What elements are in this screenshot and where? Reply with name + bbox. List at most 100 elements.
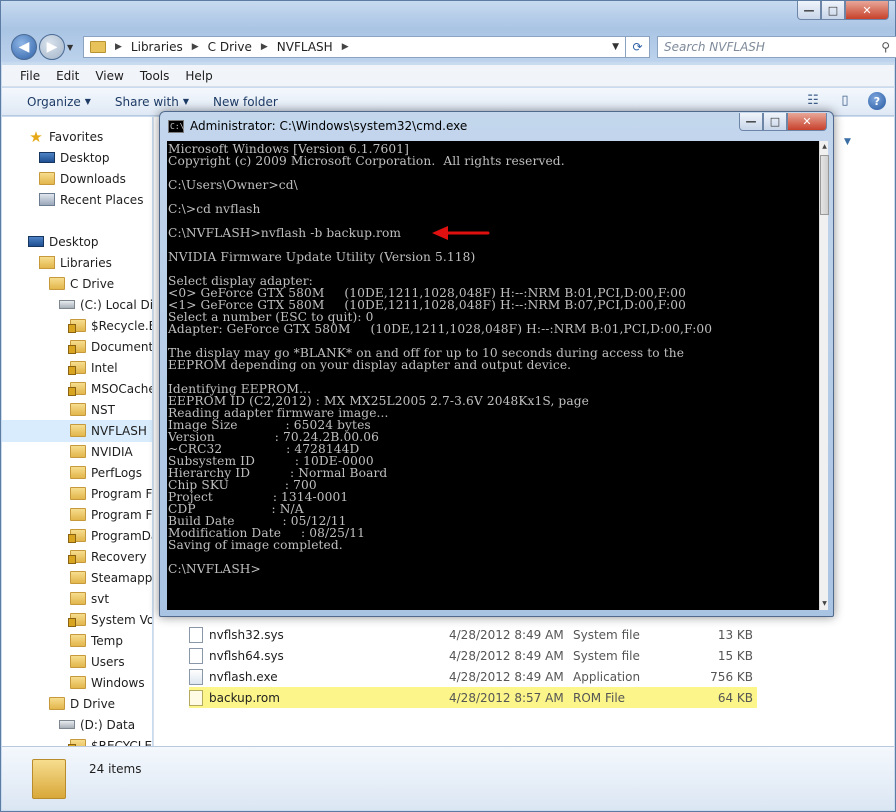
folder-icon xyxy=(70,403,86,416)
locked-folder-icon xyxy=(68,361,86,375)
cmd-close-button[interactable]: ✕ xyxy=(787,113,827,131)
tree-item-nst[interactable]: NST xyxy=(70,399,115,420)
chevron-right-icon[interactable]: ▶ xyxy=(339,42,352,52)
tree-item-label: Favorites xyxy=(49,129,104,144)
chevron-right-icon[interactable]: ▶ xyxy=(189,42,202,52)
search-placeholder: Search NVFLASH xyxy=(664,40,765,54)
folder-icon xyxy=(70,424,86,437)
file-type: ROM File xyxy=(573,690,626,705)
tree-item-label: Program Fi xyxy=(91,486,152,501)
tree-item-recent-places[interactable]: Recent Places xyxy=(39,189,143,210)
file-name: nvflash.exe xyxy=(209,669,278,684)
preview-pane-icon[interactable]: ▯ xyxy=(836,93,854,109)
tree-item-system-volume[interactable]: System Vol xyxy=(68,609,152,630)
view-options-icon[interactable]: ☷ ▾ xyxy=(804,93,822,123)
locked-folder-icon xyxy=(68,550,86,564)
back-button[interactable]: ◀ xyxy=(11,34,37,60)
file-type: System file xyxy=(573,648,640,663)
file-row[interactable]: nvflsh64.sys 4/28/2012 8:49 AM System fi… xyxy=(189,645,757,666)
search-input[interactable]: Search NVFLASH ⚲ xyxy=(657,36,896,58)
file-size: 64 KB xyxy=(717,690,753,705)
tree-item-c-drive[interactable]: C Drive xyxy=(49,273,114,294)
chevron-down-icon[interactable]: ▼ xyxy=(844,137,851,147)
file-row-highlighted[interactable]: backup.rom 4/28/2012 8:57 AM ROM File 64… xyxy=(189,687,757,708)
minimize-button[interactable]: — xyxy=(797,1,821,20)
tree-item-program-files-x86[interactable]: Program Fi xyxy=(70,504,152,525)
scroll-up-icon[interactable]: ▲ xyxy=(820,141,829,153)
tree-item-desktop-root[interactable]: Desktop xyxy=(28,231,99,252)
chevron-down-icon: ▼ xyxy=(84,97,91,106)
file-row[interactable]: nvflash.exe 4/28/2012 8:49 AM Applicatio… xyxy=(189,666,757,687)
tree-item-recycle-bin[interactable]: $Recycle.Bi xyxy=(68,315,152,336)
chevron-right-icon[interactable]: ▶ xyxy=(258,42,271,52)
menu-file[interactable]: File xyxy=(12,69,48,83)
tree-item-intel[interactable]: Intel xyxy=(68,357,118,378)
tree-item-msocache[interactable]: MSOCache xyxy=(68,378,152,399)
tree-item-label: NVIDIA xyxy=(91,444,133,459)
locked-folder-icon xyxy=(68,319,86,333)
tree-item-programdata[interactable]: ProgramDa xyxy=(68,525,152,546)
breadcrumb-libraries[interactable]: Libraries xyxy=(125,40,189,54)
folder-icon xyxy=(70,676,86,689)
address-dropdown-icon[interactable]: ▼ xyxy=(612,42,619,52)
view-controls: ☷ ▾ ▯ ? xyxy=(804,92,886,123)
cmd-maximize-button[interactable]: □ xyxy=(763,113,787,131)
cmd-window-controls: — □ ✕ xyxy=(739,113,827,131)
share-with-button[interactable]: Share with ▼ xyxy=(115,95,189,109)
chevron-right-icon[interactable]: ▶ xyxy=(112,42,125,52)
cmd-scrollbar[interactable]: ▲ ▼ xyxy=(819,141,829,610)
tree-item-documents[interactable]: Document xyxy=(68,336,152,357)
tree-item-d-drive[interactable]: D Drive xyxy=(49,693,115,714)
menu-tools[interactable]: Tools xyxy=(132,69,178,83)
search-icon[interactable]: ⚲ xyxy=(881,40,890,54)
tree-item-libraries[interactable]: Libraries xyxy=(39,252,112,273)
folder-icon xyxy=(49,697,65,710)
help-icon[interactable]: ? xyxy=(868,92,886,110)
folder-icon xyxy=(32,759,66,799)
console-output-area[interactable]: Microsoft Windows [Version 6.1.7601] Cop… xyxy=(167,141,819,610)
address-bar[interactable]: ▶ Libraries ▶ C Drive ▶ NVFLASH ▶ ▼ xyxy=(83,36,626,58)
tree-item-windows[interactable]: Windows xyxy=(70,672,145,693)
tree-item-label: Steamapps xyxy=(91,570,152,585)
tree-item-svt[interactable]: svt xyxy=(70,588,109,609)
tree-item-steamapps[interactable]: Steamapps xyxy=(70,567,152,588)
tree-item-label: ProgramDa xyxy=(91,528,152,543)
breadcrumb-c-drive[interactable]: C Drive xyxy=(202,40,258,54)
tree-item-data-d[interactable]: (D:) Data xyxy=(59,714,135,735)
scroll-down-icon[interactable]: ▼ xyxy=(820,598,829,610)
chevron-down-icon: ▼ xyxy=(182,97,189,106)
menu-edit[interactable]: Edit xyxy=(48,69,87,83)
file-row[interactable]: nvflsh32.sys 4/28/2012 8:49 AM System fi… xyxy=(189,624,757,645)
tree-item-label: Desktop xyxy=(60,150,110,165)
tree-item-label: Temp xyxy=(91,633,123,648)
locked-folder-icon xyxy=(68,340,86,354)
recent-pages-dropdown[interactable]: ▼ xyxy=(67,43,79,52)
tree-item-perflogs[interactable]: PerfLogs xyxy=(70,462,142,483)
tree-item-desktop[interactable]: Desktop xyxy=(39,147,110,168)
drive-icon xyxy=(59,720,75,729)
tree-item-nvidia[interactable]: NVIDIA xyxy=(70,441,133,462)
scroll-thumb[interactable] xyxy=(820,155,829,215)
folder-icon xyxy=(70,655,86,668)
tree-item-downloads[interactable]: Downloads xyxy=(39,168,126,189)
tree-item-temp[interactable]: Temp xyxy=(70,630,123,651)
cmd-minimize-button[interactable]: — xyxy=(739,113,763,131)
refresh-button[interactable]: ⟳ xyxy=(626,36,650,58)
tree-item-program-files[interactable]: Program Fi xyxy=(70,483,152,504)
tree-item-nvflash[interactable]: NVFLASH xyxy=(70,420,147,441)
file-size: 13 KB xyxy=(717,627,753,642)
tree-item-favorites[interactable]: ★ Favorites xyxy=(28,126,103,147)
organize-button[interactable]: Organize ▼ xyxy=(27,95,91,109)
forward-button[interactable]: ▶ xyxy=(39,34,65,60)
new-folder-button[interactable]: New folder xyxy=(213,95,278,109)
menu-help[interactable]: Help xyxy=(177,69,220,83)
tree-item-label: C Drive xyxy=(70,276,115,291)
breadcrumb-nvflash[interactable]: NVFLASH xyxy=(271,40,339,54)
tree-item-recovery[interactable]: Recovery xyxy=(68,546,147,567)
menu-view[interactable]: View xyxy=(87,69,131,83)
close-button[interactable]: ✕ xyxy=(845,1,889,20)
tree-item-local-disk-c[interactable]: (C:) Local Dis xyxy=(59,294,152,315)
tree-item-users[interactable]: Users xyxy=(70,651,125,672)
tree-item-label: Program Fi xyxy=(91,507,152,522)
maximize-button[interactable]: □ xyxy=(821,1,845,20)
